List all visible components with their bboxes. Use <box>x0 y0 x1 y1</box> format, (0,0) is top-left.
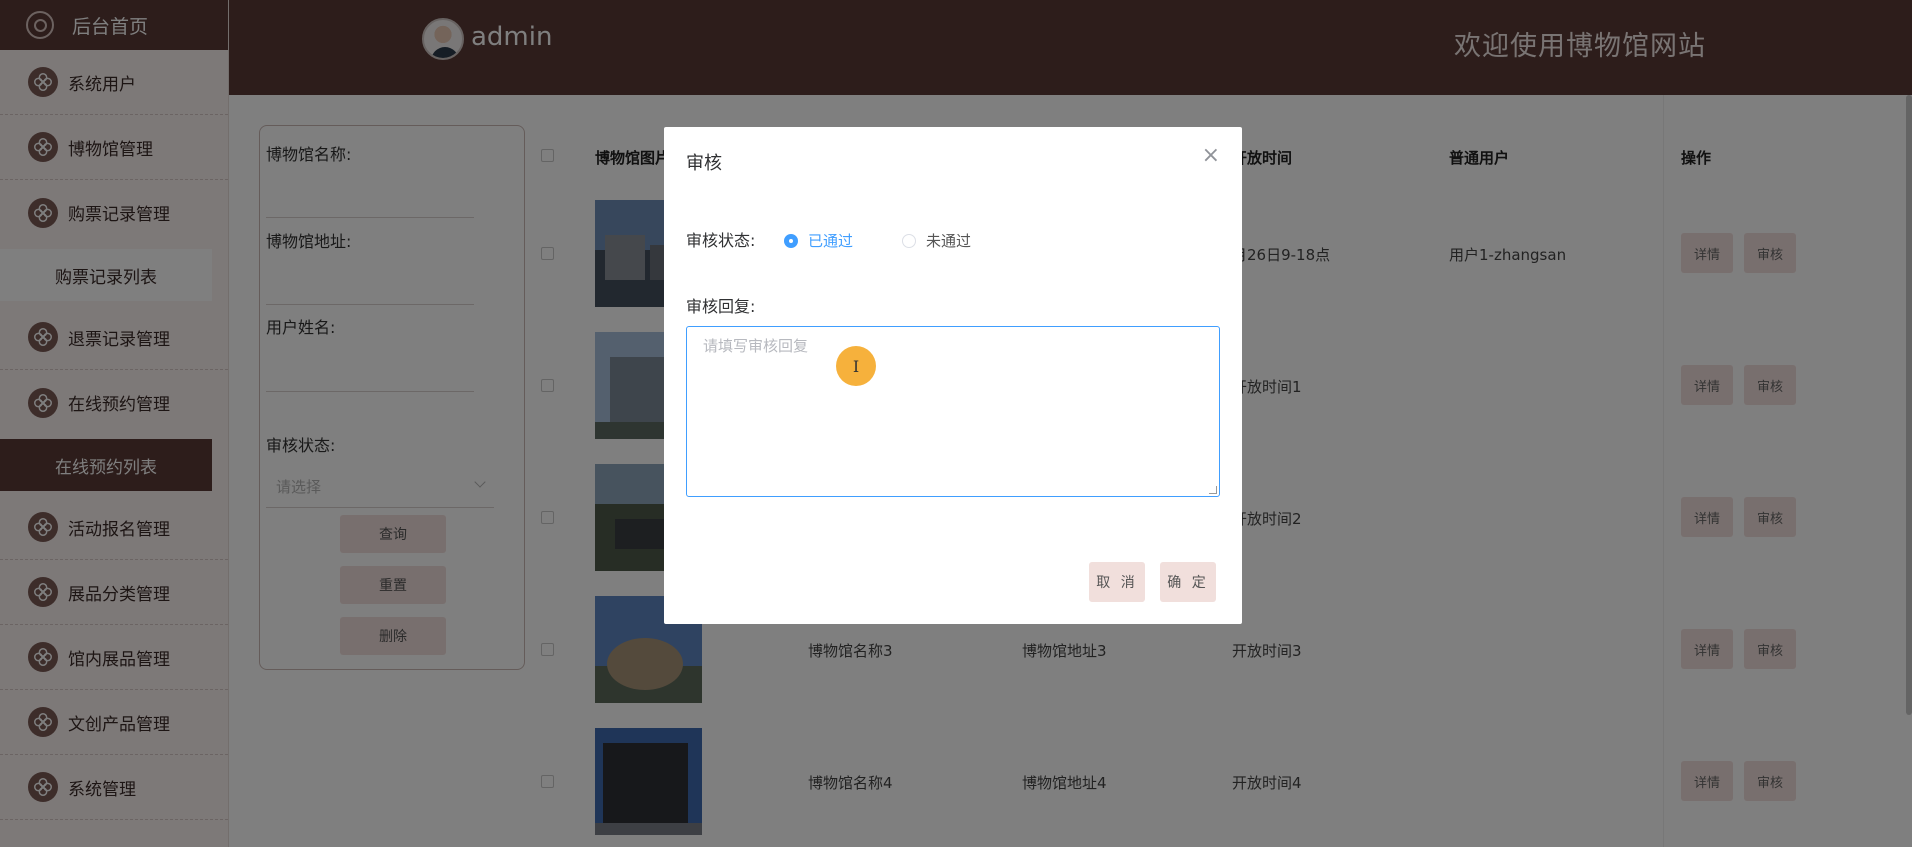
audit-reply-label: 审核回复: <box>686 297 756 316</box>
text-cursor-icon: I <box>836 346 876 386</box>
audit-dialog: 审核 × 审核状态: 已通过 未通过 审核回复: 请填写审核回复 取 消 确 定 <box>664 127 1242 624</box>
radio-checked-icon <box>784 233 798 248</box>
textarea-placeholder: 请填写审核回复 <box>703 337 809 355</box>
resize-handle-icon[interactable] <box>1209 486 1217 494</box>
close-icon[interactable]: × <box>1202 145 1220 167</box>
radio-unchecked-icon <box>902 233 916 248</box>
dialog-title: 审核 <box>686 153 722 174</box>
radio-failed[interactable]: 未通过 <box>902 230 971 251</box>
cancel-button[interactable]: 取 消 <box>1089 562 1145 602</box>
audit-status-label: 审核状态: <box>686 231 756 250</box>
radio-label: 已通过 <box>808 232 854 250</box>
audit-reply-textarea[interactable]: 请填写审核回复 <box>686 326 1220 497</box>
radio-passed[interactable]: 已通过 <box>784 230 853 251</box>
confirm-button[interactable]: 确 定 <box>1160 562 1216 602</box>
radio-label: 未通过 <box>926 232 972 250</box>
